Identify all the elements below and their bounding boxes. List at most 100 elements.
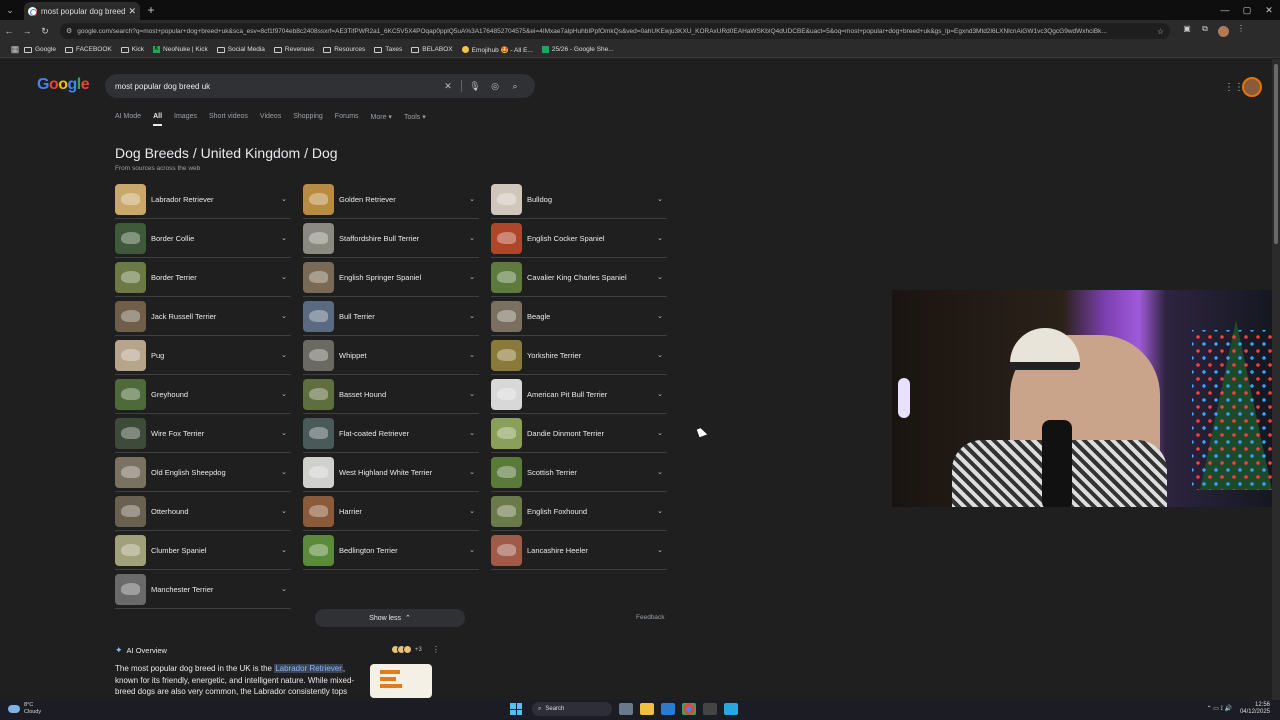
site-info-icon[interactable]: ⚙ <box>66 27 72 35</box>
breed-name[interactable]: Harrier <box>339 507 465 516</box>
breed-name[interactable]: Flat-coated Retriever <box>339 429 465 438</box>
breed-thumbnail[interactable] <box>303 222 334 254</box>
breed-item[interactable]: Border Terrier ⌄ <box>115 258 291 297</box>
breed-name[interactable]: Golden Retriever <box>339 195 465 204</box>
chevron-down-icon[interactable]: ⌄ <box>653 351 667 359</box>
chevron-down-icon[interactable]: ⌄ <box>465 546 479 554</box>
breed-name[interactable]: Manchester Terrier <box>151 585 277 594</box>
chevron-down-icon[interactable]: ⌄ <box>653 546 667 554</box>
extensions-icon[interactable]: ⧉ <box>1196 24 1214 39</box>
google-logo[interactable]: Google <box>37 76 90 94</box>
bookmark-taxes[interactable]: Taxes <box>374 46 402 53</box>
reload-icon[interactable]: ↻ <box>36 26 54 37</box>
breed-name[interactable]: Greyhound <box>151 390 277 399</box>
browser-menu-icon[interactable]: ⋮ <box>1232 24 1250 39</box>
breed-thumbnail[interactable] <box>303 534 334 566</box>
chevron-down-icon[interactable]: ⌄ <box>277 390 291 398</box>
forward-icon[interactable]: → <box>18 26 36 36</box>
breed-thumbnail[interactable] <box>115 534 146 566</box>
breed-item[interactable]: Pug ⌄ <box>115 336 291 375</box>
weather-widget[interactable]: 8°C Cloudy <box>8 702 41 716</box>
breed-name[interactable]: Pug <box>151 351 277 360</box>
breed-name[interactable]: Lancashire Heeler <box>527 546 653 555</box>
breed-item[interactable]: American Pit Bull Terrier ⌄ <box>491 375 667 414</box>
breed-thumbnail[interactable] <box>491 456 522 488</box>
breed-name[interactable]: Cavalier King Charles Spaniel <box>527 273 653 282</box>
chevron-down-icon[interactable]: ⌄ <box>277 312 291 320</box>
breed-name[interactable]: Bedlington Terrier <box>339 546 465 555</box>
chevron-down-icon[interactable]: ⌄ <box>653 429 667 437</box>
breed-item[interactable]: Flat-coated Retriever ⌄ <box>303 414 479 453</box>
chevron-down-icon[interactable]: ⌄ <box>277 234 291 242</box>
bookmark-star-icon[interactable]: ☆ <box>1151 27 1164 36</box>
breed-thumbnail[interactable] <box>115 456 146 488</box>
address-bar[interactable]: ⚙ google.com/search?q=most+popular+dog+b… <box>60 23 1170 39</box>
breed-thumbnail[interactable] <box>491 417 522 449</box>
clock[interactable]: 12:56 04/12/2025 <box>1240 702 1270 716</box>
bookmark-resources[interactable]: Resources <box>323 46 365 53</box>
chevron-down-icon[interactable]: ⌄ <box>465 351 479 359</box>
search-icon[interactable]: ⌕ <box>505 81 525 92</box>
page-scrollbar[interactable] <box>1272 59 1280 700</box>
breed-item[interactable]: Beagle ⌄ <box>491 297 667 336</box>
breed-name[interactable]: Yorkshire Terrier <box>527 351 653 360</box>
chevron-down-icon[interactable]: ⌄ <box>653 390 667 398</box>
breed-name[interactable]: Wire Fox Terrier <box>151 429 277 438</box>
bookmark-facebook[interactable]: FACEBOOK <box>64 46 112 53</box>
tab-shopping[interactable]: Shopping <box>293 113 323 126</box>
breed-name[interactable]: Whippet <box>339 351 465 360</box>
scrollbar-thumb[interactable] <box>1274 64 1278 244</box>
lens-camera-icon[interactable]: ◎ <box>485 81 505 92</box>
breed-item[interactable]: Old English Sheepdog ⌄ <box>115 453 291 492</box>
breed-thumbnail[interactable] <box>491 183 522 215</box>
chevron-down-icon[interactable]: ⌄ <box>653 312 667 320</box>
breed-item[interactable]: Jack Russell Terrier ⌄ <box>115 297 291 336</box>
chevron-down-icon[interactable]: ⌄ <box>465 312 479 320</box>
breed-name[interactable]: Border Collie <box>151 234 277 243</box>
task-view-icon[interactable] <box>619 703 633 715</box>
breed-name[interactable]: Labrador Retriever <box>151 195 277 204</box>
breed-item[interactable]: West Highland White Terrier ⌄ <box>303 453 479 492</box>
breed-item[interactable]: Border Collie ⌄ <box>115 219 291 258</box>
breed-item[interactable]: Whippet ⌄ <box>303 336 479 375</box>
chevron-down-icon[interactable]: ⌄ <box>465 468 479 476</box>
chevron-down-icon[interactable]: ⌄ <box>653 273 667 281</box>
feedback-link[interactable]: Feedback <box>636 614 665 621</box>
breed-name[interactable]: Otterhound <box>151 507 277 516</box>
breed-thumbnail[interactable] <box>303 300 334 332</box>
tab-more[interactable]: More ▾ <box>371 113 392 126</box>
more-options-icon[interactable]: ⋮ <box>432 645 440 654</box>
breed-thumbnail[interactable] <box>491 261 522 293</box>
minimize-icon[interactable]: — <box>1214 0 1236 20</box>
chevron-down-icon[interactable]: ⌄ <box>465 195 479 203</box>
breed-name[interactable]: Old English Sheepdog <box>151 468 277 477</box>
tab-short-videos[interactable]: Short videos <box>209 113 248 126</box>
breed-thumbnail[interactable] <box>115 339 146 371</box>
chrome-icon[interactable] <box>682 703 696 715</box>
breed-thumbnail[interactable] <box>491 495 522 527</box>
breed-name[interactable]: Jack Russell Terrier <box>151 312 277 321</box>
tab-close-icon[interactable]: ✕ <box>128 6 136 17</box>
tab-search-icon[interactable]: ⌄ <box>0 0 20 20</box>
breed-item[interactable]: Scottish Terrier ⌄ <box>491 453 667 492</box>
tab-ai-mode[interactable]: AI Mode <box>115 113 141 126</box>
breed-name[interactable]: Staffordshire Bull Terrier <box>339 234 465 243</box>
show-less-button[interactable]: Show less ⌃ <box>315 609 465 627</box>
bookmark-kick[interactable]: Kick <box>120 46 144 53</box>
app-icon-2[interactable] <box>724 703 738 715</box>
maximize-icon[interactable]: ▢ <box>1236 0 1258 20</box>
tab-all[interactable]: All <box>153 113 163 126</box>
breed-thumbnail[interactable] <box>115 495 146 527</box>
new-tab-button[interactable]: + <box>142 3 160 17</box>
chevron-down-icon[interactable]: ⌄ <box>277 546 291 554</box>
bookmark-neonuke-kick[interactable]: K NeoNuke | Kick <box>153 46 208 53</box>
steam-icon[interactable] <box>661 703 675 715</box>
chevron-down-icon[interactable]: ⌄ <box>465 234 479 242</box>
browser-tab[interactable]: most popular dog breed uk - G ✕ <box>24 2 140 20</box>
breed-thumbnail[interactable] <box>303 339 334 371</box>
chevron-down-icon[interactable]: ⌄ <box>653 468 667 476</box>
chevron-down-icon[interactable]: ⌄ <box>465 273 479 281</box>
breed-thumbnail[interactable] <box>491 339 522 371</box>
bookmark-google-sheets[interactable]: 25/26 - Google She... <box>541 46 614 53</box>
breed-item[interactable]: Staffordshire Bull Terrier ⌄ <box>303 219 479 258</box>
